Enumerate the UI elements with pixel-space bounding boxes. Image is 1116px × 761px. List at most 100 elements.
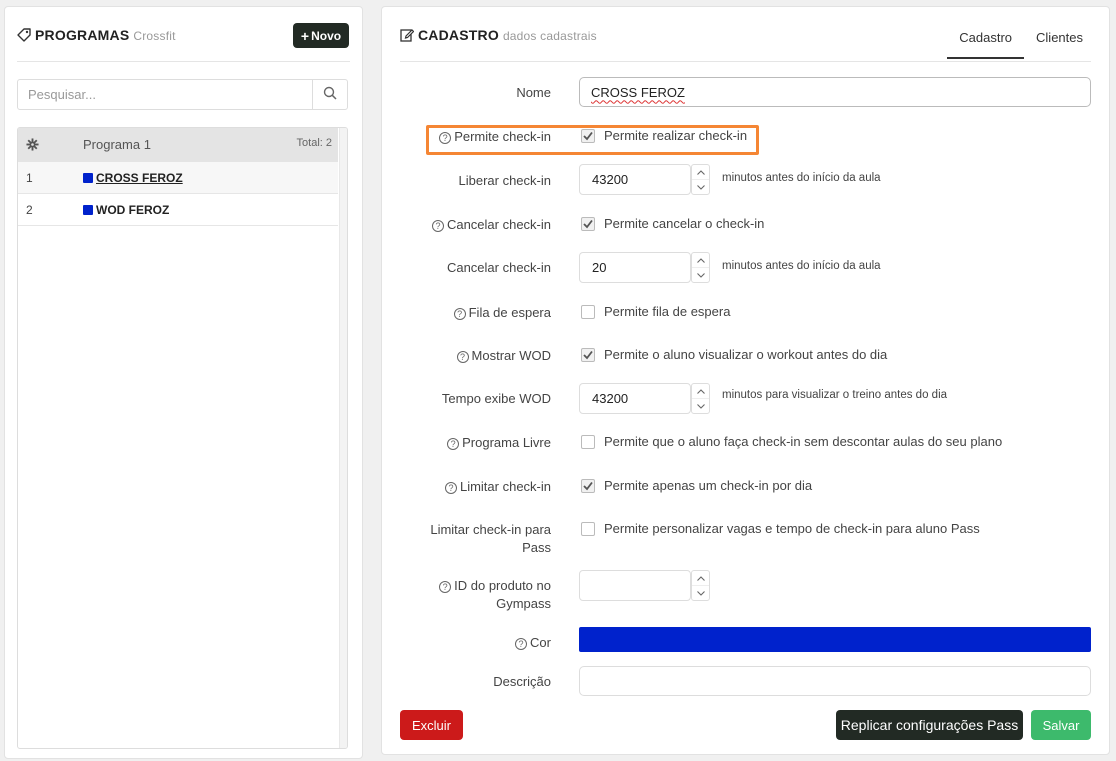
list-item[interactable]: 1 CROSS FEROZ xyxy=(18,162,338,194)
item-number: 2 xyxy=(26,203,33,217)
pass-checkbox[interactable]: Permite personalizar vagas e tempo de ch… xyxy=(581,521,980,536)
save-button[interactable]: Salvar xyxy=(1031,710,1091,740)
item-name[interactable]: CROSS FEROZ xyxy=(96,171,183,185)
search-button[interactable] xyxy=(312,80,347,109)
plus-icon: + xyxy=(300,27,310,44)
checkin-text: Permite realizar check-in xyxy=(604,128,748,143)
liberar-label: Liberar check-in xyxy=(458,173,552,188)
tempo-value: 43200 xyxy=(592,391,629,406)
limitar-label: ? Limitar check-in xyxy=(444,478,551,496)
chevron-up-icon[interactable] xyxy=(692,165,709,180)
nome-value: CROSS FEROZ xyxy=(591,84,685,100)
help-icon[interactable]: ? xyxy=(439,132,452,144)
cor-label: ? Cor xyxy=(515,634,551,652)
tab-cadastro[interactable]: Cadastro xyxy=(947,21,1025,59)
checkbox[interactable] xyxy=(581,347,595,362)
tempo-label: Tempo exibe WOD xyxy=(441,391,551,406)
chevron-down-icon[interactable] xyxy=(692,586,709,600)
item-name[interactable]: WOD FEROZ xyxy=(96,203,169,217)
form-header: CADASTRO dados cadastrais xyxy=(400,27,597,45)
cancel-checkbox[interactable]: Permite cancelar o check-in xyxy=(581,216,764,231)
chevron-up-icon[interactable] xyxy=(692,571,709,586)
cor-label-text: Cor xyxy=(530,635,551,650)
help-icon[interactable]: ? xyxy=(453,308,466,320)
pass-label: Limitar check-in para Pass xyxy=(430,521,551,557)
help-icon[interactable]: ? xyxy=(447,438,460,450)
nome-input[interactable]: CROSS FEROZ xyxy=(579,77,1091,107)
liberar-input[interactable]: 43200 xyxy=(579,164,691,195)
chevron-down-icon[interactable] xyxy=(692,399,709,413)
cancel2-stepper[interactable] xyxy=(691,252,710,283)
gympass-label: ? ID do produto no Gympass xyxy=(439,577,551,613)
wod-checkbox[interactable]: Permite o aluno visualizar o workout ant… xyxy=(581,347,887,362)
wod-label-text: Mostrar WOD xyxy=(471,348,551,363)
tab-divider xyxy=(400,61,1091,62)
chevron-up-icon[interactable] xyxy=(692,253,709,268)
programs-subtitle: Crossfit xyxy=(133,29,176,43)
list-item[interactable]: 2 WOD FEROZ xyxy=(18,194,338,226)
help-icon[interactable]: ? xyxy=(431,220,444,232)
chevron-up-icon[interactable] xyxy=(692,384,709,399)
fila-checkbox[interactable]: Permite fila de espera xyxy=(581,304,730,319)
checkbox[interactable] xyxy=(581,128,595,143)
descricao-input[interactable] xyxy=(579,666,1091,696)
form-panel: CADASTRO dados cadastrais Cadastro Client… xyxy=(381,6,1110,755)
form-title: CADASTRO xyxy=(418,27,499,43)
fila-label: ? Fila de espera xyxy=(453,304,551,322)
livre-checkbox[interactable]: Permite que o aluno faça check-in sem de… xyxy=(581,434,1002,449)
tempo-stepper[interactable] xyxy=(691,383,710,414)
programs-panel: PROGRAMASCrossfit +Novo Programa 1 Total… xyxy=(4,6,363,759)
item-number: 1 xyxy=(26,171,33,185)
search-icon xyxy=(323,86,337,103)
gympass-label-line1: ID do produto no xyxy=(454,578,551,593)
liberar-unit: minutos antes do início da aula xyxy=(722,172,881,184)
liberar-stepper[interactable] xyxy=(691,164,710,195)
cancel2-label: Cancelar check-in xyxy=(446,260,551,275)
tag-icon xyxy=(17,28,31,45)
delete-button[interactable]: Excluir xyxy=(400,710,463,740)
new-program-button[interactable]: + Novo xyxy=(293,23,349,48)
checkbox[interactable] xyxy=(581,216,595,231)
gympass-input[interactable] xyxy=(579,570,691,601)
checkbox[interactable] xyxy=(581,521,595,536)
gympass-stepper[interactable] xyxy=(691,570,710,601)
chevron-down-icon[interactable] xyxy=(692,268,709,282)
fila-text: Permite fila de espera xyxy=(604,304,731,319)
limitar-text: Permite apenas um check-in por dia xyxy=(604,478,813,493)
color-picker[interactable] xyxy=(579,627,1091,652)
help-icon[interactable]: ? xyxy=(456,351,469,363)
checkbox[interactable] xyxy=(581,434,595,449)
pass-label-line1: Limitar check-in para xyxy=(430,522,551,537)
replicate-pass-button[interactable]: Replicar configurações Pass xyxy=(836,710,1023,740)
list-header-label: Programa 1 xyxy=(83,137,151,152)
edit-icon xyxy=(400,28,415,45)
nome-label: Nome xyxy=(516,85,551,100)
tempo-input[interactable]: 43200 xyxy=(579,383,691,414)
gear-icon[interactable] xyxy=(26,138,39,154)
descricao-label: Descrição xyxy=(493,674,551,689)
checkbox[interactable] xyxy=(581,478,595,493)
tab-clientes[interactable]: Clientes xyxy=(1024,21,1095,59)
checkin-checkbox[interactable]: Permite realizar check-in xyxy=(581,128,747,143)
programs-header: PROGRAMAS Crossfit xyxy=(17,27,176,45)
search-box xyxy=(17,79,348,110)
limitar-label-text: Limitar check-in xyxy=(459,479,551,494)
fila-label-text: Fila de espera xyxy=(468,305,551,320)
checkin-label: ? Permite check-in xyxy=(439,128,551,146)
help-icon[interactable]: ? xyxy=(439,581,452,593)
search-input[interactable] xyxy=(18,80,312,109)
liberar-value: 43200 xyxy=(592,172,629,187)
total-count: Total: 2 xyxy=(296,137,332,149)
list-header: Programa 1 Total: 2 xyxy=(18,128,338,162)
checkbox[interactable] xyxy=(581,304,595,319)
limitar-checkbox[interactable]: Permite apenas um check-in por dia xyxy=(581,478,812,493)
scrollbar[interactable] xyxy=(339,128,347,748)
chevron-down-icon[interactable] xyxy=(692,180,709,194)
help-icon[interactable]: ? xyxy=(515,638,528,650)
wod-text: Permite o aluno visualizar o workout ant… xyxy=(604,347,888,362)
cancel-text: Permite cancelar o check-in xyxy=(604,216,765,231)
cancel2-input[interactable]: 20 xyxy=(579,252,691,283)
help-icon[interactable]: ? xyxy=(444,482,457,494)
header-divider xyxy=(17,61,350,62)
livre-label: ? Programa Livre xyxy=(447,434,551,452)
